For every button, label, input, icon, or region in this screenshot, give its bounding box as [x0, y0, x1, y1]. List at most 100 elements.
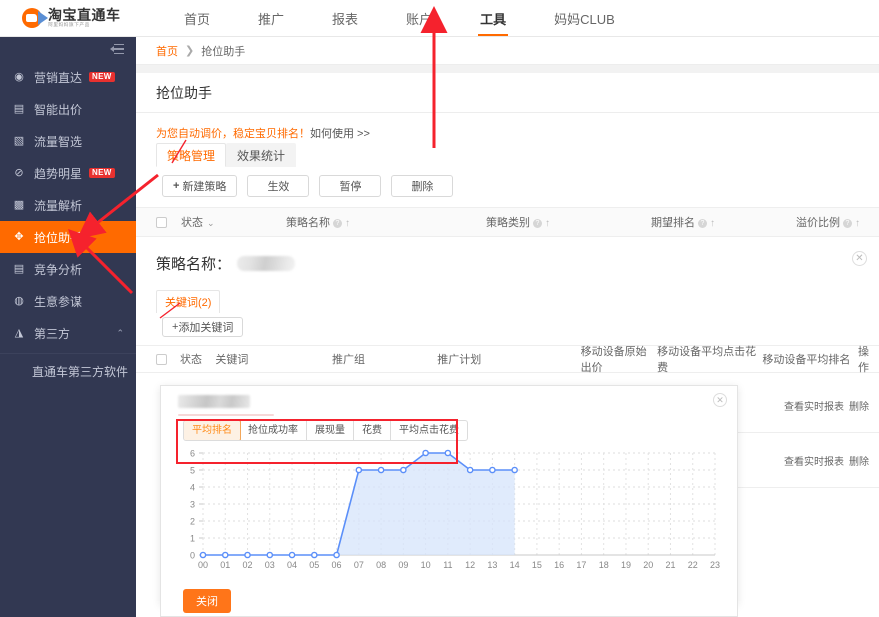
sidebar-item-label: 竞争分析 — [34, 262, 83, 277]
sort-icon[interactable]: ↑ — [855, 218, 860, 229]
logo[interactable]: 淘宝直通车 阿里妈妈旗下产品 — [0, 8, 160, 28]
sidebar-item-traffic-analysis[interactable]: ▩ 流量解析 — [0, 189, 136, 221]
top-nav: 首页 推广 报表 账户 工具 妈妈CLUB — [160, 0, 639, 36]
nav-item-mamaclub[interactable]: 妈妈CLUB — [530, 0, 639, 36]
brand-subtitle: 阿里妈妈旗下产品 — [48, 21, 90, 28]
chart-popup: ✕ 平均排名 抢位成功率 展现量 花费 平均点击花费 0 1 2 3 4 5 6 00 01 02… — [160, 385, 738, 604]
x-tick-label: 17 — [576, 560, 586, 570]
metric-tab-success-rate[interactable]: 抢位成功率 — [240, 421, 307, 440]
close-icon[interactable]: ✕ — [713, 393, 727, 407]
close-icon[interactable]: ✕ — [852, 251, 867, 266]
metric-tab-avg-click-cost[interactable]: 平均点击花费 — [391, 421, 467, 440]
x-tick-label: 14 — [510, 560, 520, 570]
sort-icon[interactable]: ↑ — [345, 218, 350, 229]
close-button[interactable]: 关闭 — [183, 589, 231, 613]
enable-button[interactable]: 生效 — [247, 175, 310, 197]
sidebar-item-label: 生意参谋 — [34, 294, 83, 309]
column-status[interactable]: 状态 — [180, 351, 215, 367]
sidebar-item-label: 营销直达 — [34, 70, 83, 85]
nav-item-reports[interactable]: 报表 — [308, 0, 382, 36]
chart-point — [199, 551, 207, 559]
sidebar-item-label: 趋势明星 — [34, 166, 83, 181]
column-mobile-avg-click-cost[interactable]: 移动设备平均点击花费 — [657, 343, 762, 375]
strategy-detail-card: ✕ 策略名称： 关键词(2) + 添加关键词 状态 关键词 推广组 推广计划 移… — [136, 237, 879, 617]
metric-tab-cost[interactable]: 花费 — [354, 421, 391, 440]
y-tick-label: 4 — [190, 483, 195, 493]
sidebar-item-third-party[interactable]: ◮ 第三方 ⌃ — [0, 317, 136, 349]
hint-link[interactable]: 如何使用 >> — [310, 128, 370, 140]
sidebar-item-business-advisor[interactable]: ◍ 生意参谋 — [0, 285, 136, 317]
help-icon[interactable]: ? — [333, 219, 342, 228]
sidebar-item-smart-bidding[interactable]: ▤ 智能出价 — [0, 93, 136, 125]
metric-tab-avg-rank[interactable]: 平均排名 — [184, 421, 241, 440]
new-strategy-button[interactable]: + 新建策略 — [162, 175, 238, 197]
help-icon[interactable]: ? — [698, 219, 707, 228]
nav-item-promotion[interactable]: 推广 — [234, 0, 308, 36]
tab-keywords[interactable]: 关键词(2) — [156, 290, 221, 313]
delete-link[interactable]: 删除 — [849, 398, 869, 413]
keyword-select-all-checkbox[interactable] — [156, 353, 167, 365]
breadcrumb-home[interactable]: 首页 — [156, 43, 178, 59]
metric-tab-impressions[interactable]: 展现量 — [307, 421, 354, 440]
tab-effect-statistics[interactable]: 效果统计 — [226, 143, 297, 167]
sidebar-divider — [0, 353, 136, 354]
sidebar: ◉ 营销直达 NEW ▤ 智能出价 ▧ 流量智选 ⊘ 趋势明星 NEW ▩ 流量… — [0, 37, 136, 617]
column-ad-plan[interactable]: 推广计划 — [437, 351, 580, 367]
chart-point — [422, 449, 429, 457]
trend-icon: ⊘ — [14, 166, 24, 179]
pause-button[interactable]: 暂停 — [319, 175, 382, 197]
sidebar-item-label: 抢位助手 — [34, 230, 83, 245]
nav-item-tools[interactable]: 工具 — [456, 0, 530, 36]
chart-point — [444, 449, 452, 457]
chart-popup-header: ✕ — [161, 386, 737, 416]
column-mobile-original-bid[interactable]: 移动设备原始出价 — [581, 343, 658, 375]
x-tick-label: 06 — [332, 560, 342, 570]
nav-item-home[interactable]: 首页 — [160, 0, 234, 36]
x-tick-label: 09 — [398, 560, 408, 570]
delete-link[interactable]: 删除 — [849, 453, 869, 468]
x-tick-label: 07 — [354, 560, 364, 570]
view-realtime-report-link[interactable]: 查看实时报表 — [784, 453, 844, 468]
view-realtime-report-link[interactable]: 查看实时报表 — [784, 398, 844, 413]
column-keyword[interactable]: 关键词 — [215, 351, 332, 367]
chart-popup-title-redacted — [178, 394, 250, 408]
sidebar-item-marketing[interactable]: ◉ 营销直达 NEW — [0, 61, 136, 93]
sidebar-subitem-third-party-software[interactable]: 直通车第三方软件 — [0, 356, 136, 386]
column-mobile-avg-rank[interactable]: 移动设备平均排名 — [762, 351, 858, 367]
column-operations[interactable]: 操作 — [858, 343, 879, 375]
sidebar-item-traffic-select[interactable]: ▧ 流量智选 — [0, 125, 136, 157]
x-tick-label: 23 — [710, 560, 720, 570]
help-icon[interactable]: ? — [843, 219, 852, 228]
column-ad-group[interactable]: 推广组 — [332, 351, 437, 367]
delete-button[interactable]: 删除 — [391, 175, 454, 197]
column-expected-rank[interactable]: 期望排名? ↑ — [651, 214, 796, 230]
select-all-checkbox[interactable] — [156, 216, 167, 228]
sort-icon[interactable]: ↑ — [710, 218, 715, 229]
chart-point — [221, 551, 229, 559]
chart: 0 1 2 3 4 5 6 00 01 02 03 04 05 06 07 08 09 10 11 12 13 14 15 1… — [161, 445, 737, 577]
nav-item-account[interactable]: 账户 — [382, 0, 456, 36]
sidebar-item-competition-analysis[interactable]: ▤ 竞争分析 — [0, 253, 136, 285]
chart-popup-footer: 关闭 — [160, 586, 738, 617]
x-tick-label: 08 — [376, 560, 386, 570]
x-tick-label: 15 — [532, 560, 542, 570]
collapse-icon[interactable] — [110, 43, 124, 55]
hint-text: 为您自动调价，稳定宝贝排名！ — [156, 128, 310, 140]
tab-strategy-management[interactable]: 策略管理 — [156, 143, 227, 167]
add-keyword-label: 添加关键词 — [178, 322, 234, 334]
column-status[interactable]: 状态 ⌄ — [181, 214, 286, 230]
sidebar-item-trend-star[interactable]: ⊘ 趋势明星 NEW — [0, 157, 136, 189]
chart-svg: 012345600 01 02 03 04 05 06 07 08 09 10 11 12 13 14 15 1… — [190, 449, 720, 571]
x-tick-label: 20 — [643, 560, 653, 570]
add-keyword-button[interactable]: + 添加关键词 — [162, 317, 244, 337]
column-premium-ratio[interactable]: 溢价比例? ↑ — [796, 214, 860, 230]
x-tick-label: 13 — [487, 560, 497, 570]
chart-point — [489, 466, 496, 474]
sidebar-item-position-assistant[interactable]: ✥ 抢位助手 — [0, 221, 136, 253]
column-strategy-name[interactable]: 策略名称? ↑ — [286, 214, 486, 230]
top-bar: 淘宝直通车 阿里妈妈旗下产品 首页 推广 报表 账户 工具 妈妈CLUB — [0, 0, 879, 37]
assistant-icon: ✥ — [14, 230, 24, 243]
column-strategy-type[interactable]: 策略类别? ↑ — [486, 214, 651, 230]
sort-icon[interactable]: ↑ — [545, 218, 550, 229]
help-icon[interactable]: ? — [533, 219, 542, 228]
